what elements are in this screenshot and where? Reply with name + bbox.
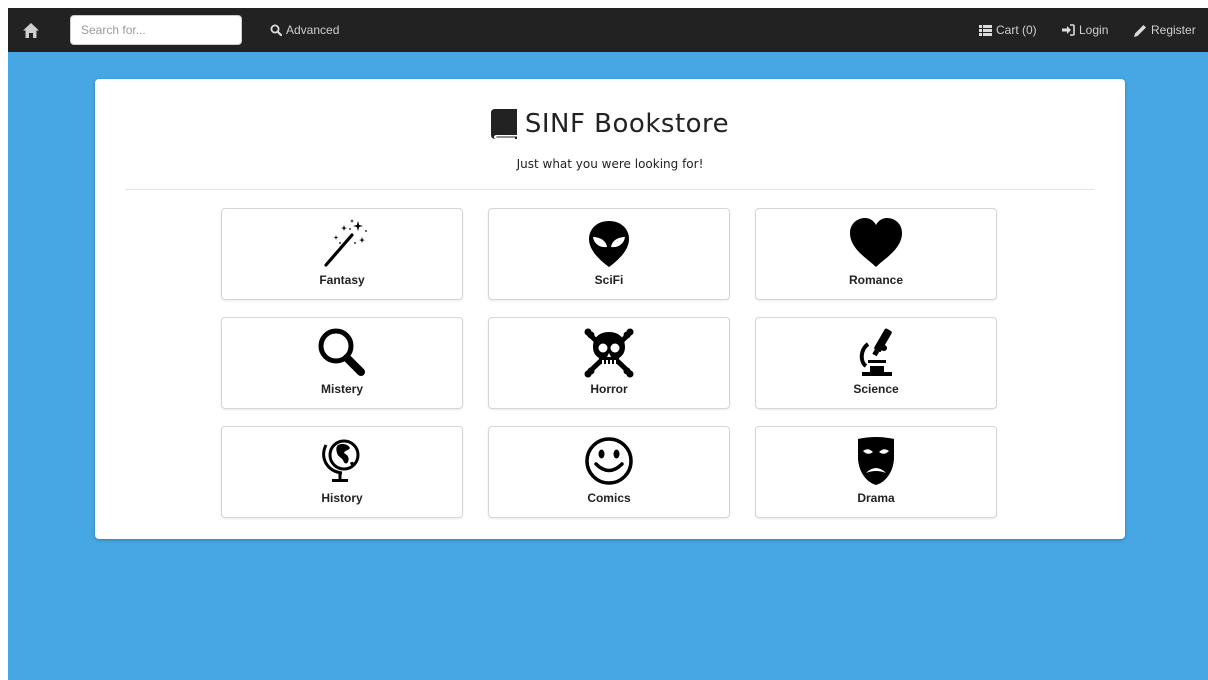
category-label: History: [321, 491, 363, 505]
category-label: Romance: [848, 273, 904, 287]
login-icon: [1062, 24, 1075, 36]
login-label: Login: [1079, 23, 1109, 37]
category-drama[interactable]: Drama: [755, 426, 997, 518]
category-label: SciFi: [594, 273, 624, 287]
category-label: Horror: [590, 382, 628, 396]
advanced-search-link[interactable]: Advanced: [270, 8, 339, 52]
magnifier-icon: [318, 328, 365, 376]
cart-label: Cart (0): [996, 23, 1037, 37]
search-input[interactable]: [70, 15, 242, 45]
category-horror[interactable]: Horror: [488, 317, 730, 409]
category-romance[interactable]: Romance: [755, 208, 997, 300]
store-header: SINF Bookstore: [95, 109, 1125, 139]
page-subtitle: Just what you were looking for!: [516, 157, 704, 171]
category-history[interactable]: History: [221, 426, 463, 518]
category-fantasy[interactable]: Fantasy: [221, 208, 463, 300]
login-link[interactable]: Login: [1062, 8, 1108, 52]
sad-mask-icon: [858, 437, 894, 485]
navbar: Advanced Cart (0) Login Re: [8, 8, 1208, 52]
category-label: Fantasy: [319, 273, 365, 287]
microscope-icon: [859, 328, 892, 376]
register-label: Register: [1151, 23, 1196, 37]
heart-icon: [850, 218, 902, 267]
category-label: Comics: [587, 491, 631, 505]
book-icon: [490, 109, 517, 139]
category-label: Science: [853, 382, 899, 396]
pencil-icon: [1134, 24, 1146, 37]
globe-icon: [322, 439, 360, 482]
skull-crossbones-icon: [584, 328, 634, 378]
category-label: Mistery: [320, 382, 364, 396]
category-grid: Fantasy SciFi Romance Mistery Horror Sci…: [221, 208, 997, 518]
home-button[interactable]: [20, 20, 42, 40]
register-link[interactable]: Register: [1134, 8, 1196, 52]
smiley-icon: [585, 437, 633, 485]
category-comics[interactable]: Comics: [488, 426, 730, 518]
category-scifi[interactable]: SciFi: [488, 208, 730, 300]
category-science[interactable]: Science: [755, 317, 997, 409]
alien-icon: [589, 221, 629, 267]
category-mistery[interactable]: Mistery: [221, 317, 463, 409]
cart-link[interactable]: Cart (0): [979, 8, 1037, 52]
header-divider: [125, 189, 1095, 190]
search-icon: [270, 24, 282, 36]
list-icon: [979, 24, 992, 36]
page-title: SINF Bookstore: [524, 109, 730, 139]
home-icon: [23, 22, 39, 38]
main-panel: SINF Bookstore Just what you were lookin…: [95, 79, 1125, 539]
category-label: Drama: [857, 491, 895, 505]
advanced-label: Advanced: [286, 23, 340, 37]
page-frame: Advanced Cart (0) Login Re: [8, 8, 1208, 680]
magic-wand-icon: [324, 219, 367, 267]
